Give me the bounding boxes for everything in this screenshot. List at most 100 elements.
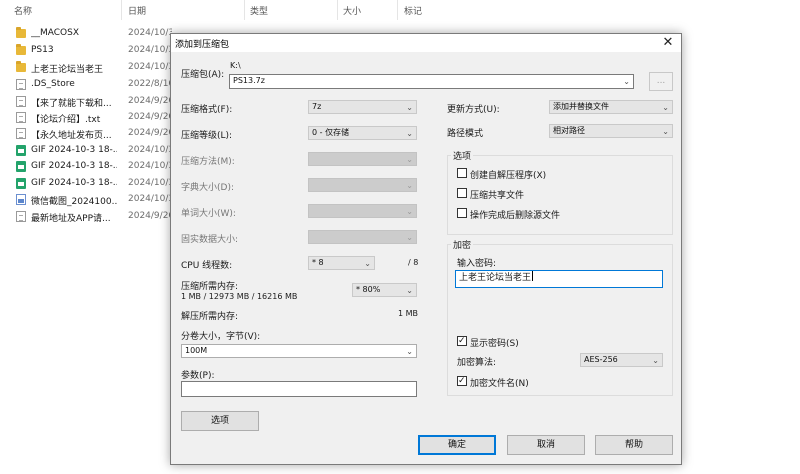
archive-name-combo[interactable]: PS13.7z ⌄	[229, 74, 634, 89]
cancel-button[interactable]: 取消	[507, 435, 585, 455]
path-mode-label: 路径模式	[447, 129, 484, 139]
level-label: 压缩等级(L):	[181, 131, 233, 141]
column-divider[interactable]	[397, 0, 398, 20]
format-label: 压缩格式(F):	[181, 105, 233, 115]
file-name: PS13	[31, 45, 54, 55]
delete-after-checkbox[interactable]	[457, 208, 467, 218]
column-size[interactable]: 大小	[343, 4, 361, 17]
compress-memory-detail: 1 MB / 12973 MB / 16216 MB	[181, 292, 298, 301]
file-date: 2024/10/3	[128, 178, 172, 188]
password-input[interactable]: 上老王论坛当老王	[455, 270, 663, 288]
ok-button[interactable]: 确定	[418, 435, 496, 455]
archive-path-prefix: K:\	[230, 61, 241, 70]
solid-size-combo[interactable]: ⌄	[308, 230, 417, 244]
chevron-down-icon: ⌄	[623, 77, 630, 86]
file-date: 2024/10/3	[128, 45, 172, 55]
compress-memory-label: 压缩所需内存:	[181, 282, 239, 292]
threads-label: CPU 线程数:	[181, 261, 233, 271]
update-mode-value: 添加并替换文件	[553, 102, 609, 111]
archive-name-value: PS13.7z	[233, 76, 265, 85]
encryption-method-value: AES-256	[584, 355, 618, 364]
dict-size-label: 字典大小(D):	[181, 183, 234, 193]
split-size-label: 分卷大小，字节(V):	[181, 332, 261, 342]
encryption-method-combo[interactable]: AES-256 ⌄	[580, 353, 663, 367]
memory-usage-combo[interactable]: * 80% ⌄	[352, 283, 417, 297]
threads-total: / 8	[408, 258, 419, 267]
image-icon	[16, 194, 26, 205]
file-name: GIF 2024-10-3 18-...	[31, 161, 117, 171]
word-size-combo[interactable]: ⌄	[308, 204, 417, 218]
chevron-down-icon: ⌄	[662, 127, 669, 136]
help-button[interactable]: 帮助	[595, 435, 673, 455]
encrypt-names-checkbox[interactable]	[457, 374, 467, 388]
chevron-down-icon: ⌄	[406, 181, 413, 190]
chevron-down-icon: ⌄	[406, 347, 413, 356]
parameters-input[interactable]	[181, 381, 417, 397]
file-date: 2024/9/26	[128, 128, 172, 138]
file-icon	[16, 128, 26, 139]
file-name: 微信截图_2024100...	[31, 197, 117, 207]
word-size-label: 单词大小(W):	[181, 209, 236, 219]
file-date: 2024/10/3 18:56	[128, 28, 172, 38]
format-value: 7z	[312, 102, 322, 111]
shared-files-checkbox-label[interactable]: 压缩共享文件	[470, 188, 524, 201]
archive-label: 压缩包(A):	[181, 70, 225, 80]
dict-size-combo[interactable]: ⌄	[308, 178, 417, 192]
file-date: 2024/9/26	[128, 96, 172, 106]
file-name: GIF 2024-10-3 18-...	[31, 145, 117, 155]
chevron-down-icon: ⌄	[662, 103, 669, 112]
file-icon	[16, 79, 26, 90]
split-size-combo[interactable]: 100M ⌄	[181, 344, 417, 358]
format-combo[interactable]: 7z ⌄	[308, 100, 417, 114]
encryption-method-label: 加密算法:	[457, 358, 497, 368]
chevron-down-icon: ⌄	[652, 356, 659, 365]
column-divider[interactable]	[121, 0, 122, 20]
options-button[interactable]: 选项	[181, 411, 259, 431]
sfx-checkbox-label[interactable]: 创建自解压程序(X)	[470, 168, 546, 181]
file-name: GIF 2024-10-3 18-...	[31, 178, 117, 188]
close-icon[interactable]: ✕	[661, 34, 675, 51]
column-divider[interactable]	[337, 0, 338, 20]
update-mode-label: 更新方式(U):	[447, 105, 500, 115]
chevron-down-icon: ⌄	[406, 286, 413, 295]
encrypt-names-label[interactable]: 加密文件名(N)	[470, 376, 529, 389]
dialog-titlebar[interactable]: 添加到压缩包 ✕	[171, 34, 681, 52]
column-name[interactable]: 名称	[14, 4, 32, 17]
file-date: 2024/10/3	[128, 145, 172, 155]
level-value: 0 - 仅存储	[312, 128, 350, 137]
column-date[interactable]: 日期	[128, 4, 146, 17]
file-date: 2024/10/3	[128, 161, 172, 171]
file-icon	[16, 211, 26, 222]
browse-button[interactable]: ...	[649, 72, 673, 91]
sfx-checkbox[interactable]	[457, 168, 467, 178]
shared-files-checkbox[interactable]	[457, 188, 467, 198]
add-to-archive-dialog: 添加到压缩包 ✕ 压缩包(A): K:\ PS13.7z ⌄ ... 压缩格式(…	[170, 33, 682, 465]
column-divider[interactable]	[244, 0, 245, 20]
decompress-memory-label: 解压所需内存:	[181, 312, 239, 322]
update-mode-combo[interactable]: 添加并替换文件 ⌄	[549, 100, 673, 114]
method-combo[interactable]: ⌄	[308, 152, 417, 166]
file-date: 2024/10/3	[128, 62, 172, 72]
chevron-down-icon: ⌄	[364, 259, 371, 268]
file-name: 【永久地址发布页...	[31, 131, 112, 141]
path-mode-combo[interactable]: 相对路径 ⌄	[549, 124, 673, 138]
show-password-checkbox[interactable]	[457, 334, 467, 348]
folder-icon	[16, 27, 26, 38]
gif-icon	[16, 145, 26, 156]
memory-usage-value: * 80%	[356, 285, 381, 294]
folder-icon	[16, 44, 26, 55]
column-tag[interactable]: 标记	[404, 4, 422, 17]
gif-icon	[16, 161, 26, 172]
file-name: 最新地址及APP请...	[31, 214, 111, 224]
chevron-down-icon: ⌄	[406, 155, 413, 164]
delete-after-checkbox-label[interactable]: 操作完成后删除源文件	[470, 208, 560, 221]
show-password-label[interactable]: 显示密码(S)	[470, 336, 519, 349]
split-size-value: 100M	[185, 346, 208, 355]
column-type[interactable]: 类型	[250, 4, 268, 17]
threads-combo[interactable]: * 8 ⌄	[308, 256, 375, 270]
level-combo[interactable]: 0 - 仅存储 ⌄	[308, 126, 417, 140]
dialog-title: 添加到压缩包	[175, 40, 230, 50]
path-mode-value: 相对路径	[553, 126, 585, 135]
threads-value: * 8	[312, 258, 324, 267]
solid-size-label: 固实数据大小:	[181, 235, 239, 245]
